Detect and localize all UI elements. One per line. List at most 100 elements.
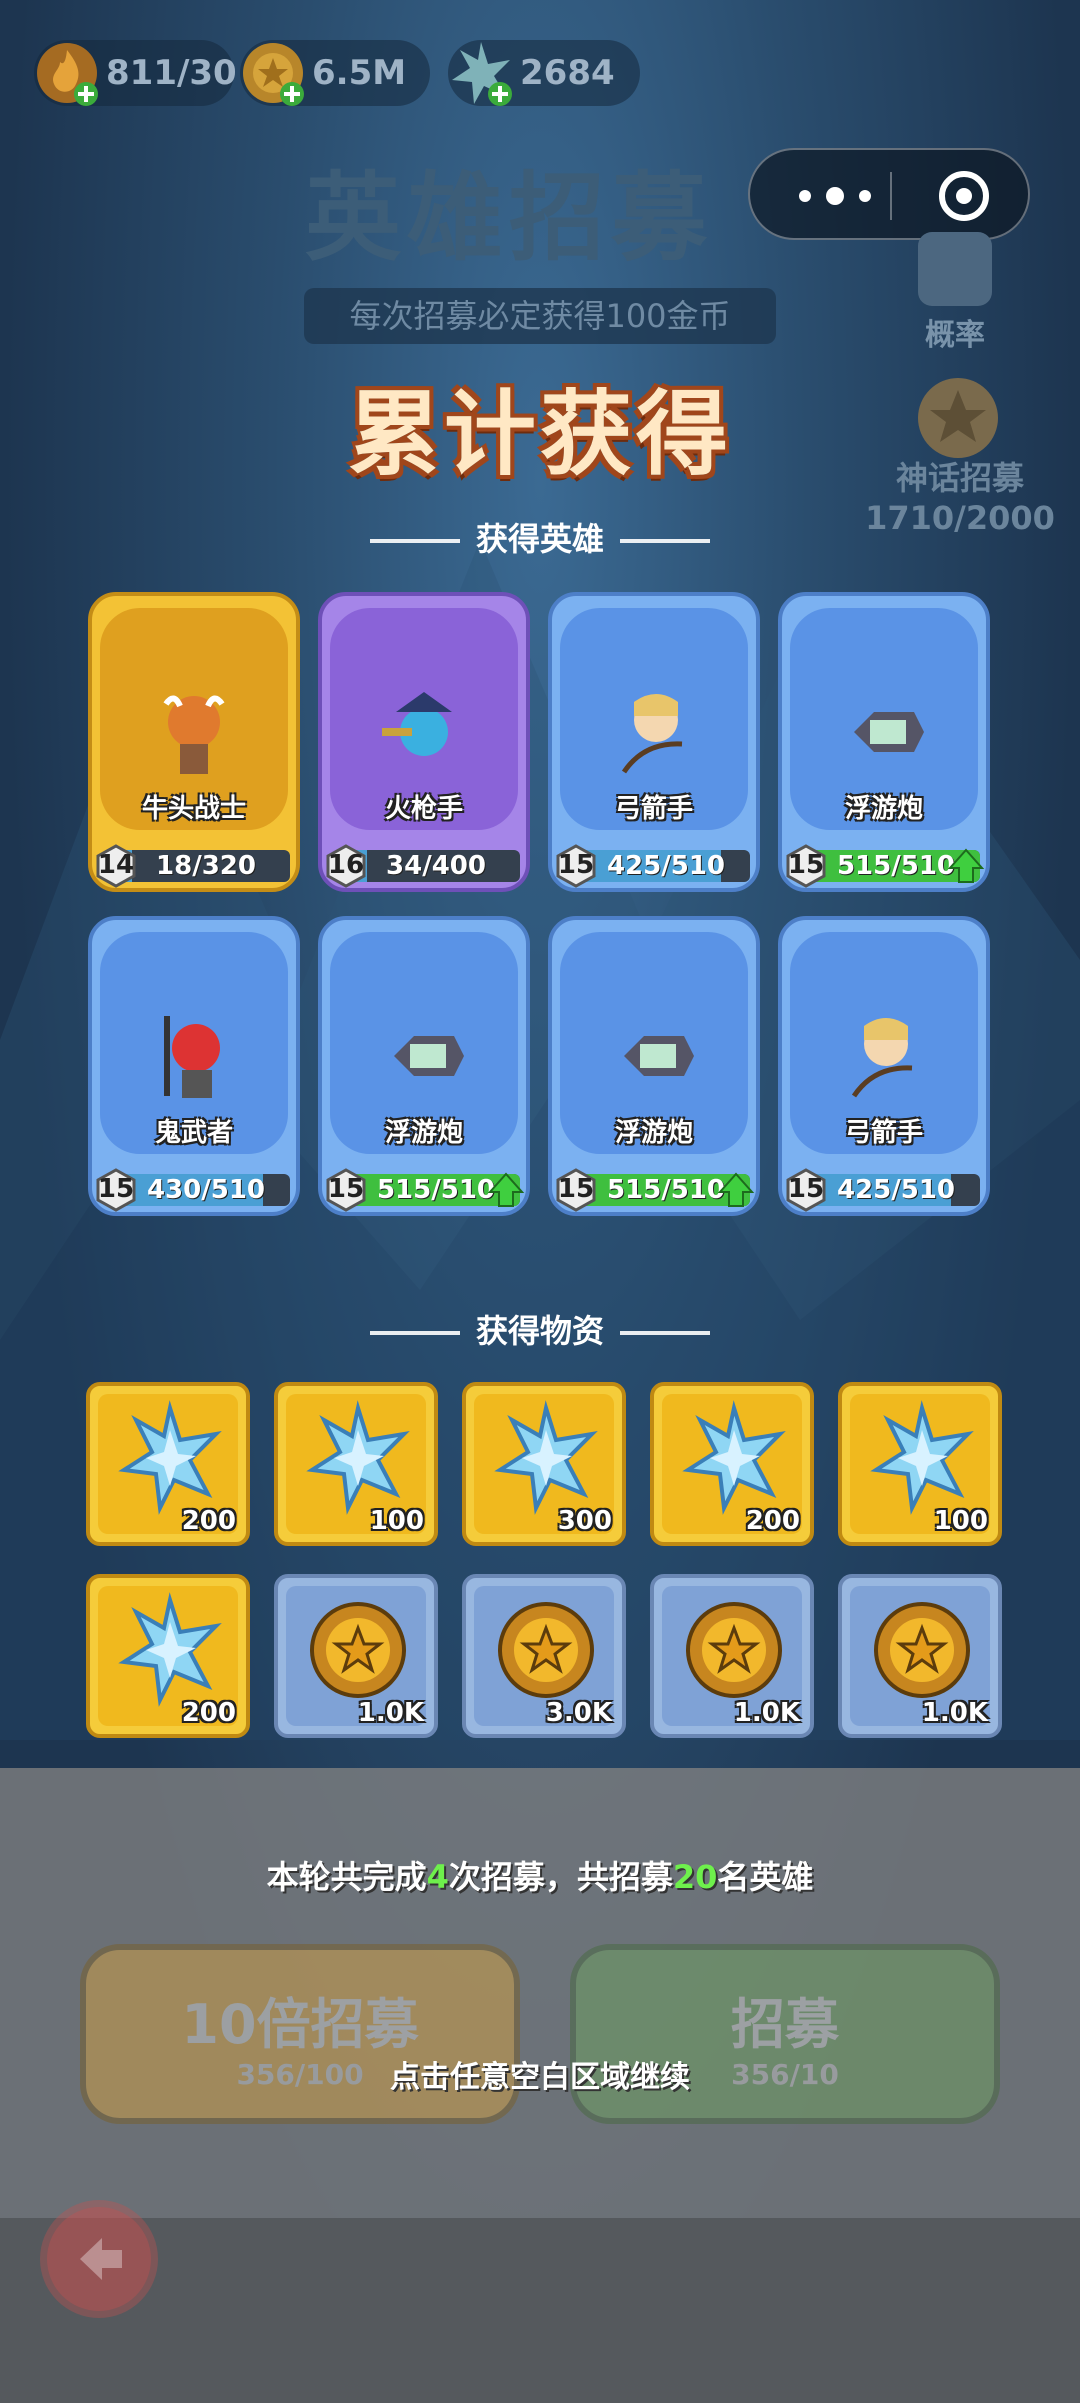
hero-level-badge: 16: [324, 844, 368, 888]
recruit-banner-title: 英雄招募: [305, 162, 713, 274]
capsule-divider: [890, 172, 892, 220]
overlay-lower[interactable]: [0, 2218, 1080, 2403]
ten-recruit-label: 10倍招募: [181, 1993, 419, 2056]
reward-item[interactable]: 3.0K: [462, 1574, 626, 1738]
recruit-button[interactable]: 招募 356/10: [570, 1944, 1000, 2124]
turret-icon: [854, 712, 924, 752]
hero-level: 14: [97, 850, 135, 880]
hero-shard-bar: 430/510: [122, 1174, 290, 1206]
hero-card[interactable]: 浮游炮 515/510 15: [548, 916, 760, 1216]
crystal-icon: [682, 1400, 786, 1515]
hero-shard-bar: 425/510: [582, 850, 750, 882]
reward-item-quantity: 3.0K: [545, 1698, 612, 1728]
summary-middle: 次招募，共招募: [448, 1858, 673, 1896]
reward-item[interactable]: 1.0K: [650, 1574, 814, 1738]
hero-name: 牛头战士: [141, 794, 246, 824]
heroes-section-title: 获得英雄: [475, 520, 604, 558]
hero-card[interactable]: 浮游炮 515/510 15: [318, 916, 530, 1216]
hero-card[interactable]: 鬼武者 430/510 15: [88, 916, 300, 1216]
hero-shard-bar: 425/510: [812, 1174, 980, 1206]
crystal-icon: [494, 1400, 598, 1515]
ten-recruit-button[interactable]: 10倍招募 356/100: [80, 1944, 520, 2124]
section-divider-right: [620, 539, 710, 543]
coin-icon: [243, 43, 304, 106]
coin-value: 6.5M: [312, 53, 407, 93]
reward-item[interactable]: 200: [650, 1382, 814, 1546]
crystal-icon: [118, 1592, 222, 1707]
hero-card[interactable]: 牛头战士 18/320 14: [88, 592, 300, 892]
back-arrow-icon[interactable]: [40, 2200, 158, 2318]
reward-item[interactable]: 100: [274, 1382, 438, 1546]
recruit-summary: 本轮共完成4次招募，共招募20名英雄: [0, 1852, 1080, 1898]
section-divider-left: [369, 539, 460, 543]
crystal-icon: [452, 42, 512, 106]
reward-item[interactable]: 300: [462, 1382, 626, 1546]
hero-name: 弓箭手: [614, 794, 693, 824]
reward-item-quantity: 1.0K: [733, 1698, 800, 1728]
reward-item-quantity: 300: [557, 1506, 612, 1536]
close-mini-program-icon[interactable]: [936, 168, 992, 224]
reward-item-quantity: 100: [369, 1506, 424, 1536]
crystal-counter[interactable]: 2684: [448, 40, 640, 106]
coin-counter[interactable]: 6.5M: [240, 40, 430, 106]
crystal-icon: [118, 1400, 222, 1515]
reward-item[interactable]: 1.0K: [274, 1574, 438, 1738]
hero-shard-progress: 34/400: [386, 851, 486, 881]
archer-icon: [621, 694, 683, 774]
hero-level-badge: 15: [554, 1168, 598, 1212]
oni-warrior-icon: [164, 1016, 220, 1098]
hero-name: 火枪手: [384, 794, 463, 824]
reward-item[interactable]: 1.0K: [838, 1574, 1002, 1738]
hero-level-badge: 15: [784, 844, 828, 888]
reward-item[interactable]: 100: [838, 1382, 1002, 1546]
hero-level: 15: [327, 1174, 365, 1204]
musketeer-icon: [382, 692, 452, 756]
gold-coin-icon: [686, 1602, 782, 1698]
hero-level: 15: [787, 1174, 825, 1204]
turret-icon: [624, 1036, 694, 1076]
reward-item-quantity: 1.0K: [921, 1698, 988, 1728]
turret-icon: [394, 1036, 464, 1076]
minotaur-icon: [163, 695, 225, 774]
gold-coin-icon: [498, 1602, 594, 1698]
upgrade-arrow-icon: [947, 848, 985, 883]
crystal-icon: [870, 1400, 974, 1515]
heroes-section-header: 获得英雄: [0, 514, 1080, 560]
hero-shard-progress: 425/510: [606, 851, 726, 881]
hero-level: 15: [97, 1174, 135, 1204]
gold-coin-icon: [874, 1602, 970, 1698]
hero-shard-progress: 430/510: [146, 1175, 266, 1205]
hero-level-badge: 14: [94, 844, 138, 888]
hero-card[interactable]: 弓箭手 425/510 15: [548, 592, 760, 892]
hero-shard-progress: 18/320: [156, 851, 256, 881]
summary-prefix: 本轮共完成: [266, 1858, 427, 1896]
hero-shard-bar: 34/400: [352, 850, 520, 882]
reward-item-quantity: 200: [181, 1698, 236, 1728]
archer-icon: [851, 1018, 913, 1098]
mini-program-capsule: [748, 148, 1030, 240]
probability-label[interactable]: 概率: [900, 310, 1010, 354]
hero-level-badge: 15: [554, 844, 598, 888]
hero-level-badge: 15: [324, 1168, 368, 1212]
hero-level-badge: 15: [94, 1168, 138, 1212]
flame-icon: [37, 43, 98, 106]
hero-card[interactable]: 火枪手 34/400 16: [318, 592, 530, 892]
reward-item[interactable]: 200: [86, 1574, 250, 1738]
hero-name: 浮游炮: [384, 1118, 463, 1148]
more-options-icon[interactable]: [790, 182, 880, 210]
crystal-icon: [306, 1400, 410, 1515]
recruit-banner-subtitle: 每次招募必定获得100金币: [304, 288, 776, 344]
section-divider-left: [369, 1331, 460, 1335]
continue-hint: 点击任意空白区域继续: [390, 2060, 690, 2095]
reward-item[interactable]: 200: [86, 1382, 250, 1546]
hero-card[interactable]: 弓箭手 425/510 15: [778, 916, 990, 1216]
summary-hero-count: 20: [672, 1858, 718, 1896]
hero-card[interactable]: 浮游炮 515/510 15: [778, 592, 990, 892]
section-divider-right: [620, 1331, 710, 1335]
summary-recruit-count: 4: [426, 1858, 449, 1896]
reward-item-quantity: 1.0K: [357, 1698, 424, 1728]
stamina-counter[interactable]: 811/30: [34, 40, 237, 106]
hero-shard-progress: 425/510: [836, 1175, 956, 1205]
hero-name: 鬼武者: [154, 1118, 233, 1148]
reward-item-quantity: 200: [181, 1506, 236, 1536]
